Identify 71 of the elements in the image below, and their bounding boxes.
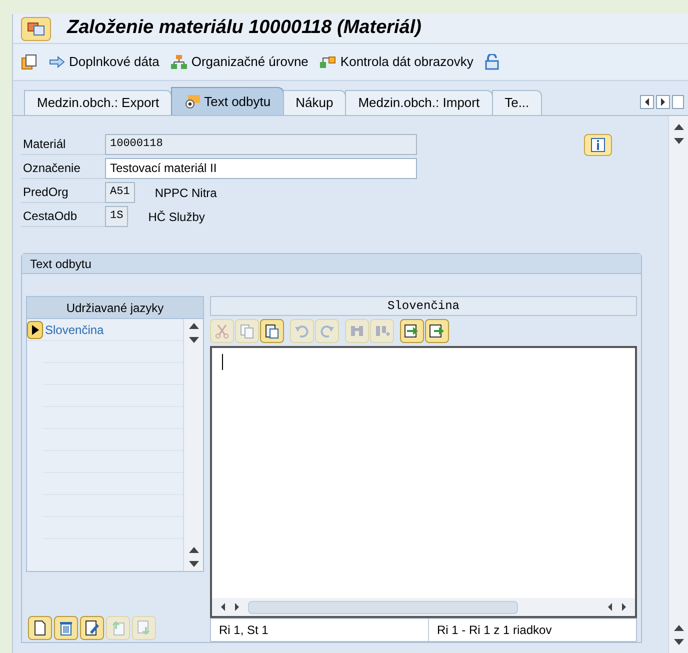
horizontal-scrollbar[interactable] xyxy=(212,598,635,616)
paste-icon xyxy=(264,323,280,339)
toolbar-button[interactable]: Doplnkové dáta xyxy=(49,52,160,72)
scissors-icon xyxy=(214,323,230,339)
tab[interactable]: Text odbytu xyxy=(171,87,284,115)
arrow-down-icon xyxy=(674,639,684,645)
triangle-right-icon xyxy=(32,324,38,334)
field-description: HČ Služby xyxy=(148,208,205,226)
arrow-up-icon xyxy=(188,323,198,329)
input-field[interactable]: 10000118 xyxy=(105,134,417,155)
arrow-up-icon xyxy=(674,625,684,631)
screen-icon xyxy=(27,22,45,36)
toolbar-button[interactable] xyxy=(80,616,104,640)
hierarchy-icon xyxy=(171,55,188,69)
arrow-down-icon xyxy=(674,138,684,144)
arrow-up-icon xyxy=(188,547,198,553)
toolbar-button[interactable] xyxy=(400,319,424,343)
document-icon xyxy=(21,54,37,70)
document-arrow-icon xyxy=(429,323,445,339)
copy-icon xyxy=(239,323,255,339)
pencil-page-icon xyxy=(84,620,100,636)
list-item[interactable]: Slovenčina xyxy=(45,320,104,338)
toolbar-button[interactable] xyxy=(28,616,52,640)
tab[interactable]: Medzin.obch.: Import xyxy=(345,90,493,115)
page-down-arrow-icon xyxy=(136,620,152,636)
row-selector[interactable] xyxy=(27,320,43,338)
redo-icon xyxy=(319,323,335,339)
blank-page-icon xyxy=(32,620,48,636)
status-text: Ri 1 - Ri 1 z 1 riadkov xyxy=(436,622,553,639)
arrow-left-icon xyxy=(220,603,226,611)
document-arrow-icon xyxy=(404,323,420,339)
arrow-left-icon xyxy=(644,98,650,106)
tab-icon xyxy=(184,94,200,108)
undo-icon xyxy=(294,323,310,339)
info-icon xyxy=(591,138,605,152)
arrow-right-icon xyxy=(234,603,240,611)
arrow-up-icon xyxy=(674,124,684,130)
lock-icon xyxy=(485,54,500,70)
input-field[interactable]: A51 xyxy=(105,182,135,203)
input-field[interactable]: 1S xyxy=(105,206,128,227)
editor-header: Slovenčina xyxy=(210,296,637,316)
column-header: Udržiavané jazyky xyxy=(27,297,203,319)
scroll-right-button[interactable] xyxy=(656,95,670,109)
toolbar-button[interactable]: Organizačné úrovne xyxy=(171,52,308,72)
vertical-scrollbar[interactable] xyxy=(668,116,688,653)
vertical-scrollbar[interactable] xyxy=(183,319,203,571)
tab[interactable]: Te... xyxy=(492,90,542,115)
arrow-left-icon xyxy=(607,603,613,611)
status-text: Ri 1, St 1 xyxy=(211,619,429,641)
toolbar-button[interactable]: Kontrola dát obrazovky xyxy=(320,52,474,72)
trash-icon xyxy=(58,620,74,636)
tab[interactable]: Medzin.obch.: Export xyxy=(24,90,172,115)
arrow-right-icon xyxy=(621,603,627,611)
tab[interactable]: Nákup xyxy=(282,90,346,115)
input-field[interactable]: Testovací materiál II xyxy=(105,158,417,179)
arrow-right-icon xyxy=(49,56,65,68)
scroll-left-button[interactable] xyxy=(640,95,654,109)
page-up-arrow-icon xyxy=(110,620,126,636)
toolbar-button[interactable] xyxy=(425,319,449,343)
scroll-thumb[interactable] xyxy=(248,600,518,614)
arrow-right-icon xyxy=(660,98,666,106)
arrow-down-icon xyxy=(188,337,198,343)
window-title: Založenie materiálu 10000118 (Materiál) xyxy=(67,16,422,40)
menu-button[interactable] xyxy=(21,16,51,40)
section-header: Text odbytu xyxy=(22,254,641,274)
arrow-down-icon xyxy=(188,561,198,567)
nodes-icon xyxy=(320,55,336,69)
text-cursor xyxy=(222,354,223,370)
toolbar-button[interactable] xyxy=(260,319,284,343)
field-description: NPPC Nitra xyxy=(154,184,217,202)
info-button[interactable] xyxy=(584,134,612,156)
